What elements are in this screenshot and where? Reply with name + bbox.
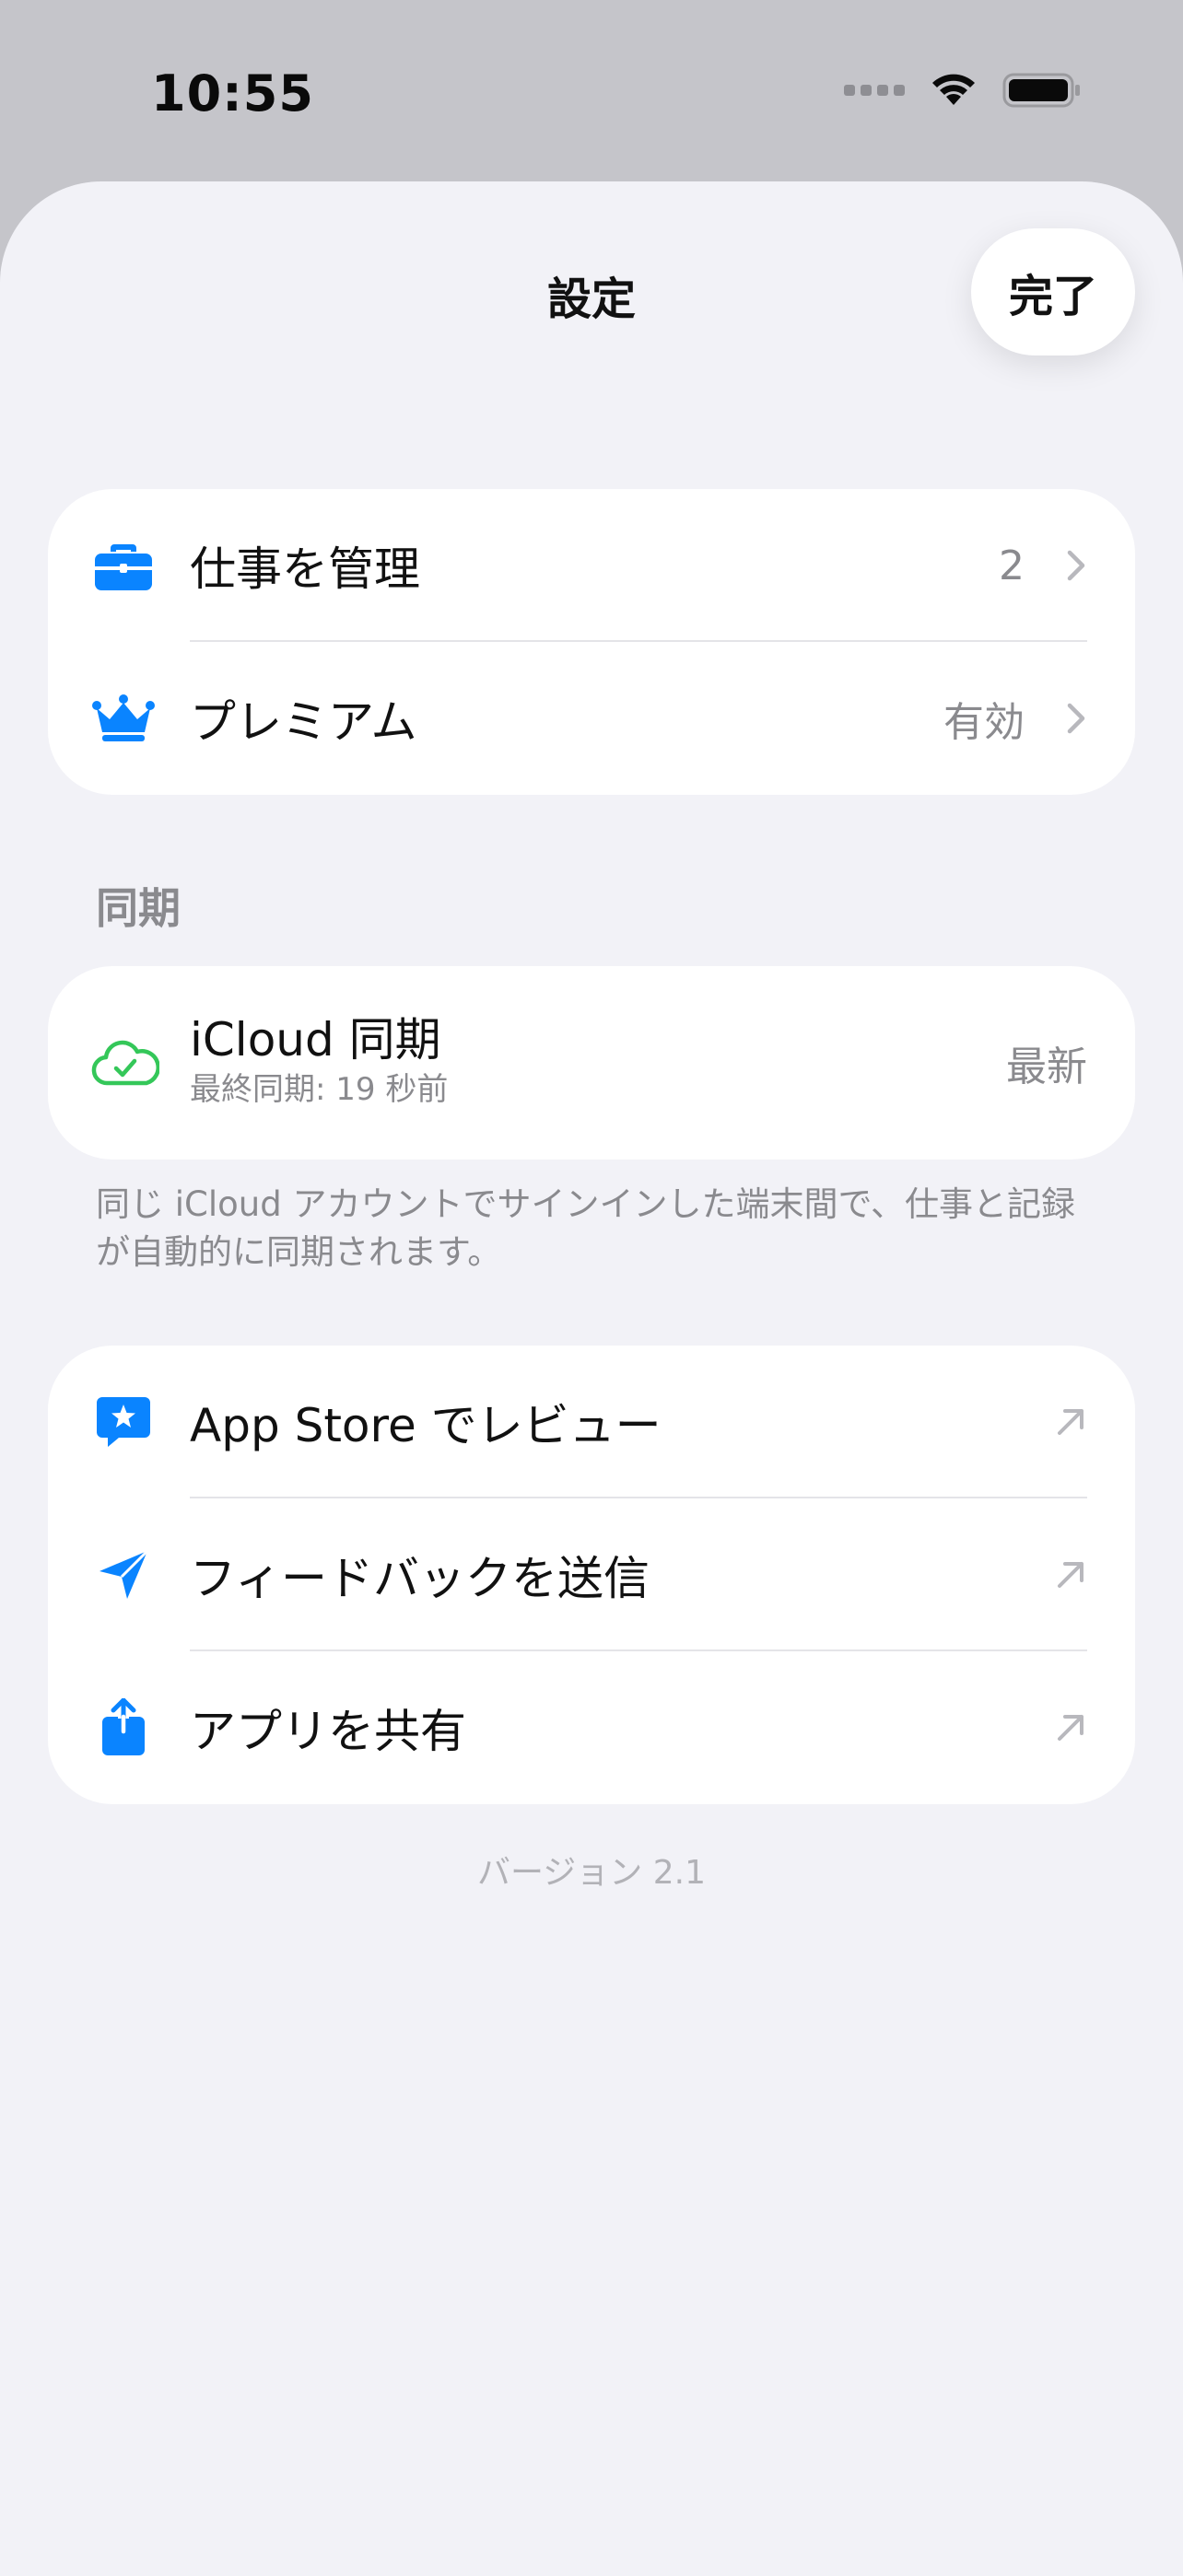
sync-text: iCloud 同期 最終同期: 19 秒前 (190, 1012, 448, 1112)
icloud-sync-title: iCloud 同期 (190, 1013, 441, 1067)
status-bar: 10:55 (0, 0, 1183, 181)
crown-icon (90, 685, 157, 752)
share-app-label: アプリを共有 (190, 1705, 466, 1758)
premium-status: 有効 (943, 699, 1025, 746)
battery-icon (1002, 73, 1080, 108)
premium-label: プレミアム (190, 695, 417, 749)
links-group: App Store でレビュー フィードバックを送信 アプリを共有 (48, 1346, 1135, 1804)
share-icon (90, 1695, 157, 1761)
manage-jobs-row[interactable]: 仕事を管理 2 (48, 489, 1135, 642)
paper-plane-icon (90, 1542, 157, 1608)
done-button[interactable]: 完了 (971, 228, 1135, 356)
briefcase-icon (90, 532, 157, 599)
sync-group: iCloud 同期 最終同期: 19 秒前 最新 (48, 966, 1135, 1160)
external-link-icon (1058, 1562, 1083, 1588)
review-label: App Store でレビュー (190, 1399, 662, 1452)
feedback-label: フィードバックを送信 (190, 1552, 650, 1605)
last-sync-time: 最終同期: 19 秒前 (190, 1071, 449, 1108)
star-bubble-icon (90, 1389, 157, 1455)
sync-status: 最新 (1006, 1043, 1087, 1090)
premium-row[interactable]: プレミアム 有効 (48, 642, 1135, 795)
status-time: 10:55 (151, 64, 314, 122)
wifi-icon (932, 74, 975, 105)
external-link-icon (1058, 1715, 1083, 1741)
sync-footer-note: 同じ iCloud アカウントでサインインした端末間で、仕事と記録が自動的に同期… (96, 1184, 1076, 1272)
chevron-right-icon (1067, 550, 1085, 581)
review-row[interactable]: App Store でレビュー (48, 1346, 1135, 1498)
main-settings-group: 仕事を管理 2 プレミアム 有効 (48, 489, 1135, 795)
manage-jobs-count: 2 (999, 542, 1025, 589)
icloud-sync-row[interactable]: iCloud 同期 最終同期: 19 秒前 最新 (48, 966, 1135, 1160)
manage-jobs-label: 仕事を管理 (190, 542, 420, 596)
external-link-icon (1058, 1409, 1083, 1435)
chevron-right-icon (1067, 703, 1085, 734)
share-app-row[interactable]: アプリを共有 (48, 1651, 1135, 1804)
feedback-row[interactable]: フィードバックを送信 (48, 1498, 1135, 1651)
cloud-check-icon (90, 1030, 160, 1096)
app-version: バージョン 2.1 (477, 1854, 706, 1892)
cellular-signal-icon (844, 85, 905, 96)
sync-section-header: 同期 (96, 883, 181, 933)
status-icons (844, 72, 1082, 109)
